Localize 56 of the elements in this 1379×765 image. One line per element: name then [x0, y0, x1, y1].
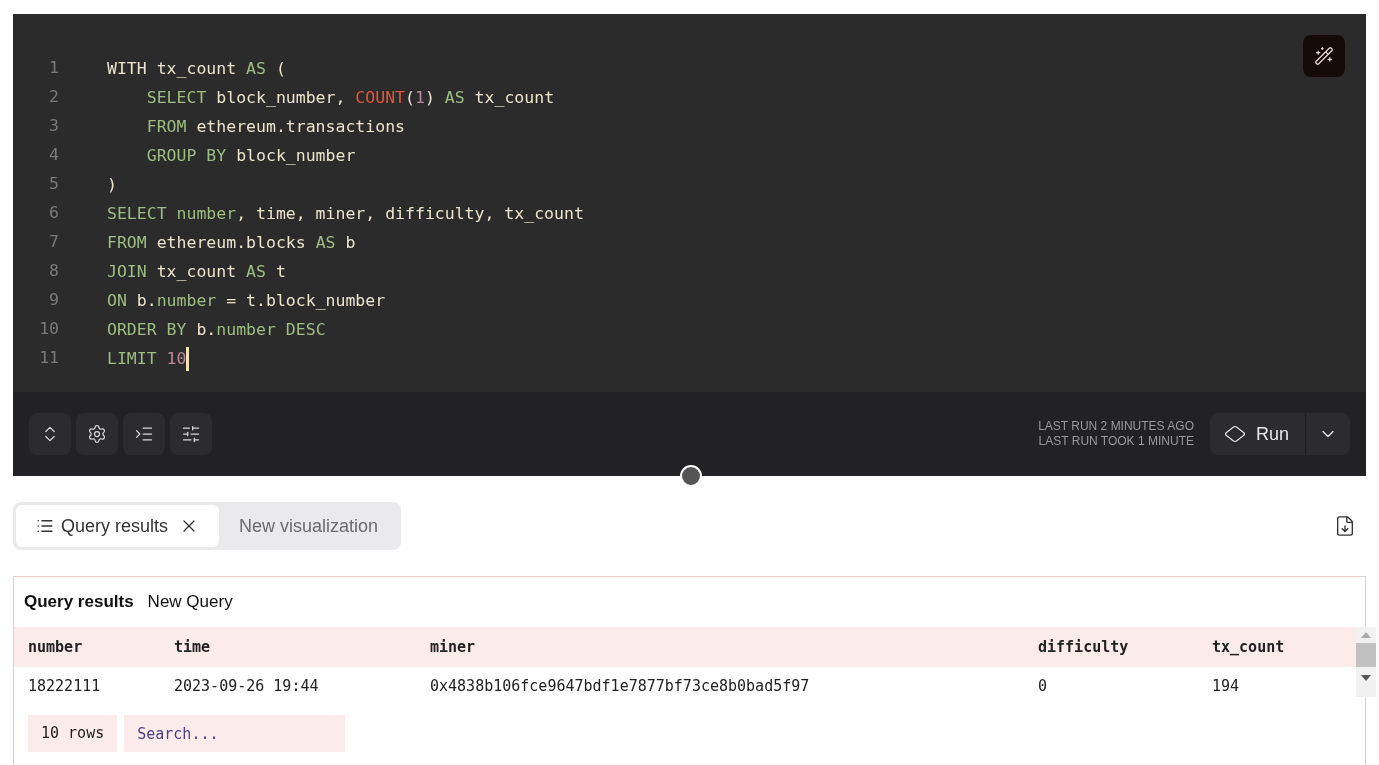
code-line: GROUP BY block_number [145, 144, 357, 167]
table-cell-text: 18222111 [28, 675, 102, 697]
table-cell-text: 0 [1038, 675, 1049, 697]
line-number: 5 [48, 173, 59, 196]
table-cell-text: 2023-09-26 19:44 [174, 675, 320, 697]
tab[interactable]: New visualization [219, 505, 399, 547]
results-title: Query results [24, 591, 134, 614]
scroll-down-icon[interactable] [1361, 675, 1371, 681]
line-number: 11 [38, 347, 59, 370]
scrollbar[interactable] [1356, 627, 1376, 697]
column-header[interactable]: miner [430, 635, 1038, 659]
format-button[interactable] [123, 413, 165, 455]
column-header[interactable]: time [174, 635, 430, 659]
line-number: 9 [48, 289, 59, 312]
tab[interactable]: Query results [16, 505, 220, 547]
expand-collapse-button[interactable] [29, 413, 71, 455]
parameters-button[interactable] [170, 413, 212, 455]
line-number: 7 [48, 231, 59, 254]
code-line: ORDER BY b.number DESC [107, 318, 327, 341]
line-number: 1 [48, 57, 59, 80]
run-status-text: LAST RUN 2 MINUTES AGO [1038, 419, 1194, 434]
csv-download-button[interactable] [1334, 515, 1356, 537]
line-number: 2 [48, 86, 59, 109]
resize-handle[interactable] [680, 465, 702, 487]
code-line: ON b.number = t.block_number [107, 289, 387, 312]
scrollbar-thumb[interactable] [1356, 643, 1376, 667]
run-status-text: LAST RUN TOOK 1 MINUTE [1038, 434, 1194, 449]
line-number: 6 [48, 202, 59, 225]
line-number: 4 [48, 144, 59, 167]
code-line: WITH tx_count AS ( [107, 57, 287, 80]
code-line: FROM ethereum.transactions [145, 115, 407, 138]
code-line: JOIN tx_count AS t [107, 260, 287, 283]
search-field[interactable]: Search... [124, 715, 346, 752]
row-count: 10 rows [28, 715, 118, 752]
query-name: New Query [147, 591, 233, 614]
code-line: LIMIT 10 [107, 346, 190, 371]
magic-wand-button[interactable] [1303, 35, 1345, 77]
list-icon [36, 517, 54, 535]
column-header[interactable]: difficulty [1038, 635, 1212, 659]
magic-wand-icon [1314, 46, 1334, 66]
table-cell-text: 0x4838b106fce9647bdf1e7877bf73ce8b0bad5f97 [430, 675, 811, 697]
settings-button[interactable] [76, 413, 118, 455]
table-cell-text: 194 [1212, 675, 1241, 697]
line-number: 8 [48, 260, 59, 283]
column-header[interactable]: tx_count [1212, 635, 1342, 659]
sliders-icon [181, 424, 201, 444]
column-header[interactable]: number [28, 635, 174, 659]
csv-file-icon [1334, 515, 1356, 537]
line-number: 3 [48, 115, 59, 138]
code-line: ) [107, 173, 118, 196]
code-line: SELECT block_number, COUNT(1) AS tx_count [145, 86, 556, 109]
code-line: SELECT number, time, miner, difficulty, tx_count [107, 202, 585, 225]
line-number: 10 [38, 318, 59, 341]
diamond-icon [1223, 425, 1247, 443]
code-line: FROM ethereum.blocks AS b [107, 231, 357, 254]
settings-icon [87, 424, 107, 444]
